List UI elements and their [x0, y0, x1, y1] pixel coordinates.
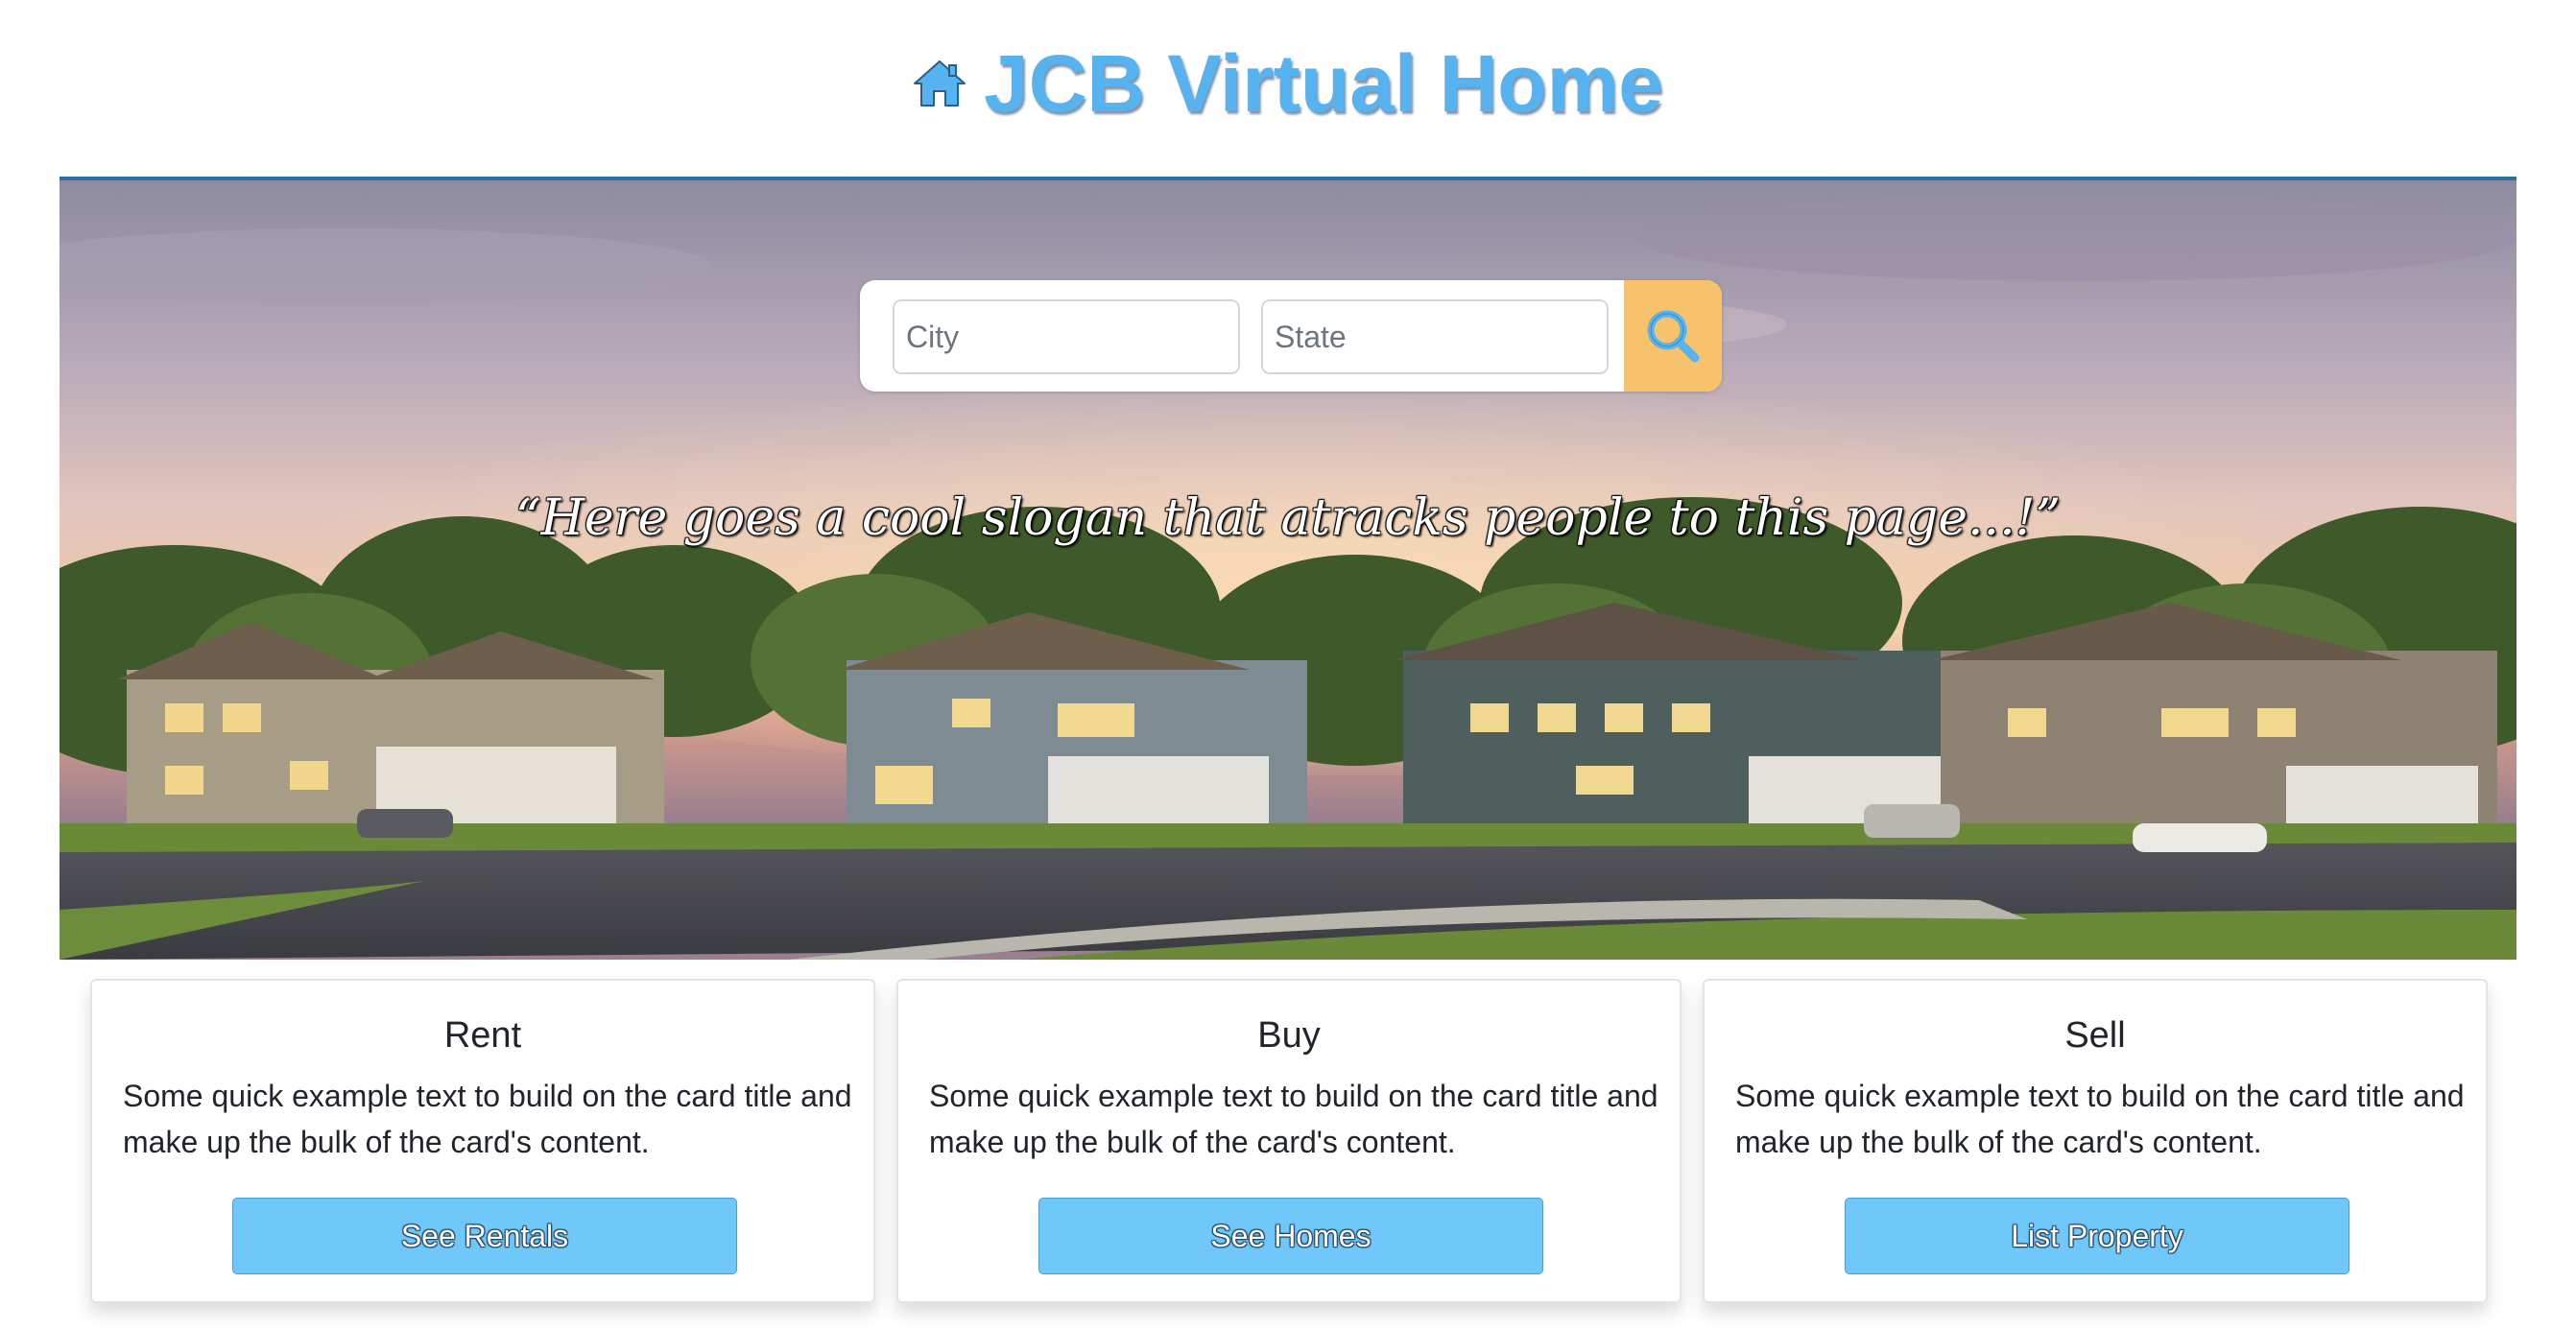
state-input[interactable] — [1261, 299, 1609, 374]
list-property-button[interactable]: List Property — [1845, 1198, 2349, 1274]
search-bar — [860, 280, 1722, 392]
card-rent: Rent Some quick example text to build on… — [90, 979, 875, 1303]
site-header: JCB Virtual Home — [0, 0, 2576, 178]
card-text: Some quick example text to build on the … — [123, 1079, 852, 1159]
site-title: JCB Virtual Home — [984, 37, 1663, 129]
card-sell: Sell Some quick example text to build on… — [1703, 979, 2488, 1303]
card-text: Some quick example text to build on the … — [929, 1079, 1658, 1159]
hero-banner: “Here goes a cool slogan that atracks pe… — [60, 177, 2516, 960]
see-rentals-button[interactable]: See Rentals — [232, 1198, 737, 1274]
card-text: Some quick example text to build on the … — [1735, 1079, 2465, 1159]
search-icon — [1647, 310, 1700, 363]
card-buy: Buy Some quick example text to build on … — [896, 979, 1682, 1303]
search-button[interactable] — [1624, 280, 1722, 392]
card-title: Buy — [1257, 1015, 1321, 1056]
card-title: Sell — [2064, 1015, 2126, 1056]
see-homes-button[interactable]: See Homes — [1038, 1198, 1543, 1274]
home-icon — [914, 60, 966, 107]
card-title: Rent — [443, 1015, 522, 1056]
brand[interactable]: JCB Virtual Home — [913, 37, 1663, 131]
city-input[interactable] — [893, 299, 1240, 374]
slogan: “Here goes a cool slogan that atracks pe… — [514, 489, 2062, 547]
